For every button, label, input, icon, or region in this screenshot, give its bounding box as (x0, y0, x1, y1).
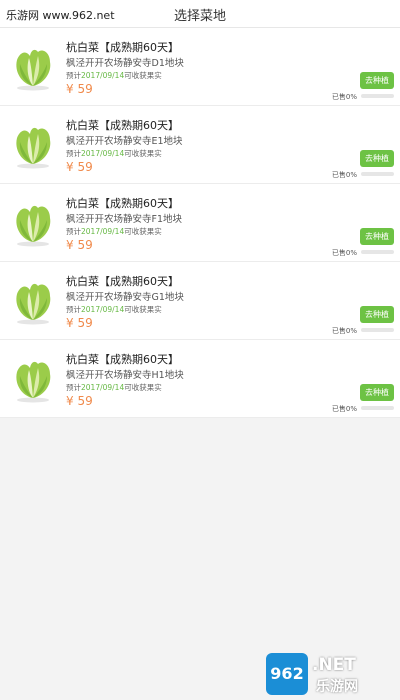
date-prefix: 预计 (66, 149, 81, 158)
price: ¥ 59 (66, 160, 93, 174)
harvest-date: 2017/09/14 (81, 383, 125, 392)
watermark-cn: 乐游网 (316, 679, 358, 695)
sold-percent: 已售0% (331, 171, 357, 179)
crop-name: 杭白菜【成熟期60天】 (66, 197, 179, 210)
plant-button[interactable]: 去种植 (360, 306, 394, 323)
harvest-date-line: 预计2017/09/14可收获果实 (66, 70, 162, 81)
harvest-date-line: 预计2017/09/14可收获果实 (66, 382, 162, 393)
list-item[interactable]: 杭白菜【成熟期60天】 枫泾开开农场静安寺G1地块 预计2017/09/14可收… (0, 262, 400, 340)
harvest-date: 2017/09/14 (81, 149, 125, 158)
date-suffix: 可收获果实 (124, 149, 162, 158)
date-suffix: 可收获果实 (124, 305, 162, 314)
sold-progress-bar (361, 406, 394, 410)
sold-percent: 已售0% (331, 405, 357, 413)
sold-percent: 已售0% (331, 93, 357, 101)
plot-location: 枫泾开开农场静安寺H1地块 (66, 370, 184, 381)
sold-progress-bar (361, 172, 394, 176)
date-prefix: 预计 (66, 383, 81, 392)
harvest-date: 2017/09/14 (81, 227, 125, 236)
list-item[interactable]: 杭白菜【成熟期60天】 枫泾开开农场静安寺D1地块 预计2017/09/14可收… (0, 28, 400, 106)
plot-list: 杭白菜【成熟期60天】 枫泾开开农场静安寺D1地块 预计2017/09/14可收… (0, 28, 400, 418)
price: ¥ 59 (66, 394, 93, 408)
sold-progress-bar (361, 250, 394, 254)
cabbage-icon (16, 49, 51, 91)
harvest-date-line: 预计2017/09/14可收获果实 (66, 148, 162, 159)
harvest-date: 2017/09/14 (81, 71, 125, 80)
plant-button[interactable]: 去种植 (360, 228, 394, 245)
date-prefix: 预计 (66, 305, 81, 314)
sold-progress-bar (361, 94, 394, 98)
date-prefix: 预计 (66, 71, 81, 80)
date-suffix: 可收获果实 (124, 71, 162, 80)
page-title: 选择菜地 (173, 9, 226, 24)
sold-percent: 已售0% (331, 249, 357, 257)
crop-name: 杭白菜【成熟期60天】 (66, 41, 179, 54)
crop-name: 杭白菜【成熟期60天】 (66, 275, 179, 288)
list-item[interactable]: 杭白菜【成熟期60天】 枫泾开开农场静安寺F1地块 预计2017/09/14可收… (0, 184, 400, 262)
sold-progress-bar (361, 328, 394, 332)
list-item[interactable]: 杭白菜【成熟期60天】 枫泾开开农场静安寺E1地块 预计2017/09/14可收… (0, 106, 400, 184)
price: ¥ 59 (66, 238, 93, 252)
cabbage-icon (16, 205, 51, 247)
plot-location: 枫泾开开农场静安寺E1地块 (66, 136, 183, 147)
watermark-bottom: 962 .NET 乐游网 (266, 653, 396, 697)
date-prefix: 预计 (66, 227, 81, 236)
plant-button[interactable]: 去种植 (360, 72, 394, 89)
price: ¥ 59 (66, 316, 93, 330)
plot-location: 枫泾开开农场静安寺D1地块 (66, 58, 184, 69)
date-suffix: 可收获果实 (124, 227, 162, 236)
plot-location: 枫泾开开农场静安寺G1地块 (66, 292, 184, 303)
plot-location: 枫泾开开农场静安寺F1地块 (66, 214, 183, 225)
price: ¥ 59 (66, 82, 93, 96)
plant-button[interactable]: 去种植 (360, 384, 394, 401)
list-item[interactable]: 杭白菜【成熟期60天】 枫泾开开农场静安寺H1地块 预计2017/09/14可收… (0, 340, 400, 418)
watermark-net: .NET (312, 655, 356, 675)
cabbage-icon (16, 283, 51, 325)
harvest-date-line: 预计2017/09/14可收获果实 (66, 304, 162, 315)
plant-button[interactable]: 去种植 (360, 150, 394, 167)
harvest-date: 2017/09/14 (81, 305, 125, 314)
crop-name: 杭白菜【成熟期60天】 (66, 119, 179, 132)
cabbage-icon (16, 127, 51, 169)
cabbage-icon (16, 361, 51, 403)
sold-percent: 已售0% (331, 327, 357, 335)
crop-name: 杭白菜【成熟期60天】 (66, 353, 179, 366)
watermark-logo: 962 (266, 653, 308, 695)
harvest-date-line: 预计2017/09/14可收获果实 (66, 226, 162, 237)
date-suffix: 可收获果实 (124, 383, 162, 392)
top-bar: 乐游网 www.962.net 选择菜地 (0, 0, 400, 28)
